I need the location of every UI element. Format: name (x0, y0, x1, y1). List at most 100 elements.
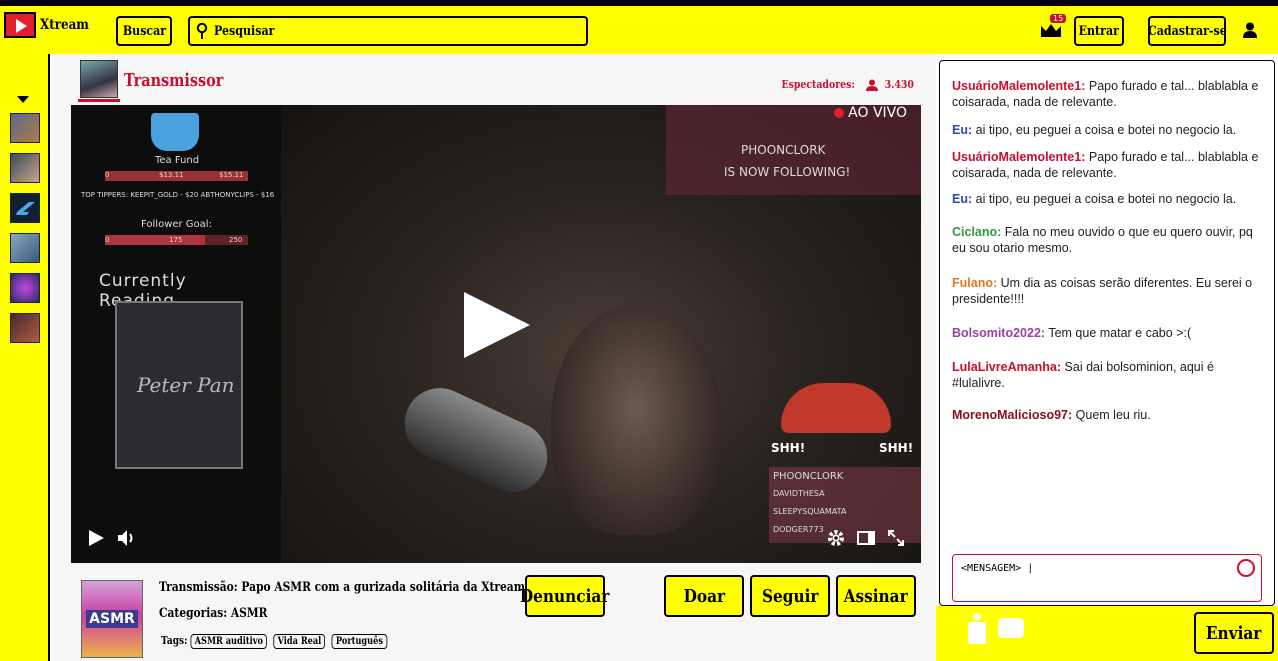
logo[interactable]: Xtream (4, 12, 98, 38)
sidebar-channel-avatar[interactable] (10, 233, 40, 263)
send-button[interactable]: Enviar (1194, 612, 1274, 654)
top-tippers: TOP TIPPERS: KEEPIT_GOLD - $20 ABTHONYCL… (81, 191, 275, 199)
chat-text: ai tipo, eu peguei a coisa e botei no ne… (975, 123, 1237, 137)
sidebar-channel-avatar[interactable] (10, 313, 40, 343)
gift-icon[interactable] (966, 612, 988, 646)
user-icon[interactable] (1242, 22, 1258, 38)
viewer-count: Espectadores: 3.430 (775, 78, 916, 91)
volume-icon[interactable] (117, 529, 137, 547)
recent-follower: PHOONCLORK (773, 471, 844, 482)
recent-follower: DAVIDTHESA (773, 489, 825, 498)
streamer-video-figure (551, 305, 721, 535)
donate-button[interactable]: Doar (664, 575, 744, 617)
tea-min: 0 (105, 171, 110, 179)
streamer-name[interactable]: Transmissor (124, 70, 223, 91)
theater-mode-icon[interactable] (857, 531, 875, 545)
chat-message: Bolsomito2022: Tem que matar e cabo >:( (952, 325, 1262, 341)
follower-goal-label: Follower Goal: (141, 219, 212, 230)
chat-settings-icon[interactable] (996, 614, 1026, 642)
chat-message: LulaLivreAmanha: Sai dai bolsominion, aq… (952, 359, 1262, 391)
search-input[interactable]: Pesquisar (188, 16, 588, 46)
sidebar-channel-avatar[interactable] (10, 193, 40, 223)
chat-message: Fulano: Um dia as coisas serão diferente… (952, 275, 1262, 307)
crown-icon (1041, 24, 1061, 37)
report-button[interactable]: Denunciar (520, 575, 610, 617)
follow-alert-name: PHOONCLORK (741, 143, 826, 157)
chat-username[interactable]: Eu: (952, 192, 972, 206)
register-button[interactable]: Cadastrar-se (1148, 16, 1226, 46)
recent-follower: SLEEPYSQUAMATA (773, 507, 847, 516)
follower-goal: 250 (229, 236, 243, 244)
tag-chip[interactable]: Vida Real (273, 634, 326, 649)
recent-follower: DODGER773 (773, 525, 824, 534)
live-dot-icon (834, 108, 845, 118)
logo-icon (4, 12, 36, 38)
channel-logo-icon (16, 202, 35, 215)
chat-username[interactable]: Eu: (952, 123, 972, 137)
location-pin-icon (196, 22, 208, 39)
tag-chip[interactable]: Português (331, 634, 388, 649)
follow-button[interactable]: Seguir (750, 575, 830, 617)
live-indicator: AO VIVO (834, 105, 907, 121)
shh-label: SHH! (771, 441, 806, 455)
sidebar-channel-avatar[interactable] (10, 113, 40, 143)
viewers-number: 3.430 (884, 78, 914, 91)
logo-text: Xtream (40, 17, 89, 33)
sidebar-channel-avatar[interactable] (10, 273, 40, 303)
follower-goal-fill (105, 235, 205, 245)
viewer-person-icon (865, 79, 878, 91)
followed-sidebar (0, 54, 50, 661)
chat-message: UsuárioMalemolente1: Papo furado e tal..… (952, 149, 1262, 181)
stream-overlay-panel: Tea Fund 0 $13.11 $15.11 TOP TIPPERS: KE… (71, 105, 281, 563)
book-title: Peter Pan (137, 373, 235, 397)
chat-username[interactable]: Ciclano: (952, 225, 1001, 239)
live-label: AO VIVO (848, 105, 907, 121)
streamer-avatar[interactable] (80, 60, 118, 98)
subscribe-button[interactable]: Assinar (836, 575, 916, 617)
stream-title: Transmissão: Papo ASMR com a gurizada so… (159, 580, 525, 595)
chat-username[interactable]: Bolsomito2022: (952, 326, 1045, 340)
chat-username[interactable]: UsuárioMalemolente1: (952, 79, 1085, 93)
chat-username[interactable]: MorenoMalicioso97: (952, 408, 1072, 422)
book-cover: Peter Pan (115, 301, 243, 469)
chat-message: Ciclano: Fala no meu ouvido o que eu que… (952, 224, 1262, 256)
tags-label: Tags: (161, 634, 188, 647)
stream-thumbnail: ASMR (81, 580, 143, 658)
fullscreen-icon[interactable] (887, 529, 905, 547)
stream-tags: Tags: ASMR auditivo Vida Real Português (161, 634, 390, 649)
chat-message: UsuárioMalemolente1: Papo furado e tal..… (952, 78, 1262, 110)
tag-chip[interactable]: ASMR auditivo (190, 634, 268, 649)
notifications-button[interactable]: 15 (1038, 14, 1068, 40)
buscar-button[interactable]: Buscar (116, 16, 172, 46)
tea-cup-icon (151, 113, 199, 151)
chat-input-placeholder: <MENSAGEM> | (961, 563, 1034, 574)
chat-text: Um dia as coisas serão diferentes. Eu se… (952, 276, 1253, 306)
search-placeholder: Pesquisar (214, 23, 275, 39)
viewers-label: Espectadores: (781, 78, 856, 91)
chat-username[interactable]: LulaLivreAmanha: (952, 360, 1061, 374)
sidebar-channel-avatar[interactable] (10, 153, 40, 183)
chat-text: ai tipo, eu peguei a coisa e botei no ne… (975, 192, 1237, 206)
follower-current: 175 (169, 236, 183, 244)
stream-category[interactable]: Categorias: ASMR (159, 606, 268, 621)
chat-message: Eu: ai tipo, eu peguei a coisa e botei n… (952, 122, 1262, 138)
tea-goal: $15.11 (219, 171, 244, 179)
shh-label: SHH! (879, 441, 914, 455)
follow-alert-text: IS NOW FOLLOWING! (724, 165, 851, 179)
emoji-icon[interactable] (1237, 559, 1255, 577)
play-icon[interactable] (87, 529, 105, 547)
chat-username[interactable]: Fulano: (952, 276, 997, 290)
chat-username[interactable]: UsuárioMalemolente1: (952, 150, 1085, 164)
chat-message-input[interactable]: <MENSAGEM> | (952, 554, 1262, 602)
login-button[interactable]: Entrar (1074, 16, 1124, 46)
big-play-icon[interactable] (464, 292, 530, 358)
sidebar-collapse-icon[interactable] (17, 96, 29, 103)
settings-gear-icon[interactable] (827, 529, 845, 547)
chat-text: Quem leu riu. (1075, 408, 1151, 422)
video-player[interactable]: Tea Fund 0 $13.11 $15.11 TOP TIPPERS: KE… (71, 105, 921, 563)
chat-message: MorenoMalicioso97: Quem leu riu. (952, 407, 1262, 423)
streamer-avatar-underline (78, 99, 120, 102)
chat-text: Tem que matar e cabo >:( (1048, 326, 1192, 340)
tea-current: $13.11 (159, 171, 184, 179)
thumbnail-label: ASMR (86, 610, 138, 628)
